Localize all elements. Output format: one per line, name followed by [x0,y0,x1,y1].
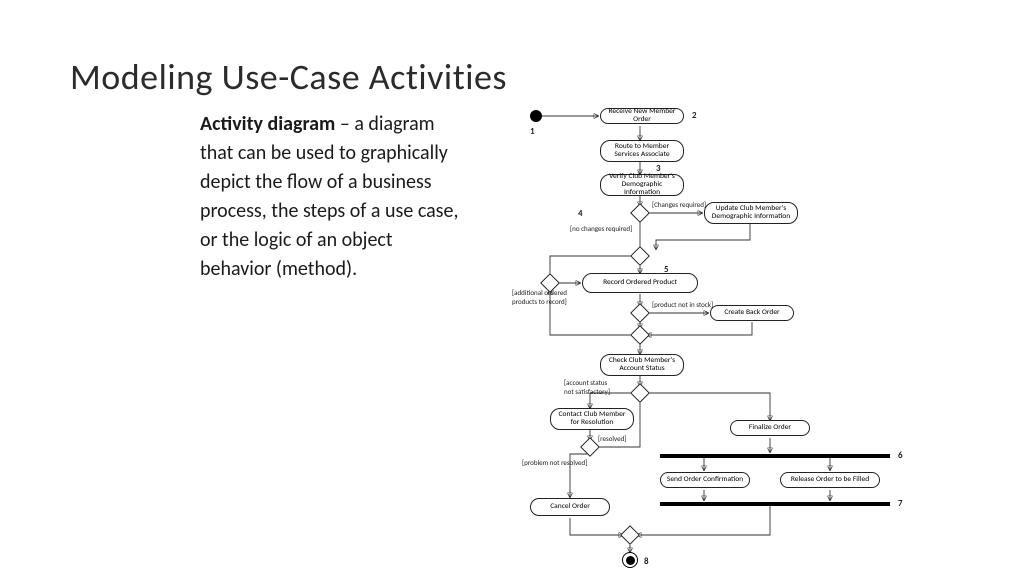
label: Send Order Confirmation [667,476,743,484]
final-node-icon [622,552,638,568]
activity-record: Record Ordered Product [582,273,698,293]
callout-7: 7 [898,498,903,509]
callout-1: 1 [530,126,535,137]
guard-resolved: [resolved] [598,434,626,443]
callout-8: 8 [644,556,649,567]
guard-changes: [Changes required] [652,200,706,209]
callout-2: 2 [692,110,697,121]
definition-body: – a diagram that can be used to graphica… [200,112,458,281]
callout-4: 4 [578,208,583,219]
activity-check-status: Check Club Member's Account Status [600,354,684,376]
guard-nochanges: [no changes required] [570,224,632,233]
label: Receive New Member Order [604,108,680,125]
activity-release: Release Order to be Filled [780,472,880,488]
activity-route: Route to Member Services Associate [600,140,684,162]
callout-6: 6 [898,450,903,461]
guard-notresolved: [problem not resolved] [522,458,587,467]
fork-bar [660,454,890,458]
activity-diagram: 1 2 Receive New Member Order Route to Me… [460,100,980,570]
label: Update Club Member's Demographic Informa… [708,205,794,222]
label: Release Order to be Filled [791,476,869,484]
activity-send-conf: Send Order Confirmation [660,472,750,488]
activity-receive-order: Receive New Member Order [600,108,684,124]
definition-term: Activity diagram [200,112,335,136]
label: Contact Club Member for Resolution [554,411,630,428]
activity-contact: Contact Club Member for Resolution [550,408,634,430]
label: Check Club Member's Account Status [604,357,680,374]
label: Create Back Order [724,309,779,317]
activity-verify: Verify Club Member's Demographic Informa… [600,174,684,196]
guard-acct: [account status not satisfactory] [564,378,610,396]
activity-update: Update Club Member's Demographic Informa… [704,202,798,224]
label: Record Ordered Product [603,279,677,287]
initial-node-icon [530,110,542,122]
label: Finalize Order [749,424,791,432]
activity-backorder: Create Back Order [710,305,794,321]
label: Cancel Order [550,503,590,511]
guard-notstock: [product not in stock] [652,300,713,309]
label: Route to Member Services Associate [604,143,680,160]
join-bar [660,502,890,506]
definition-text: Activity diagram – a diagram that can be… [200,110,460,284]
page-title: Modeling Use-Case Activities [70,55,507,99]
activity-finalize: Finalize Order [730,420,810,436]
label: Verify Club Member's Demographic Informa… [604,173,680,198]
guard-additional: [additional ordered products to record] [512,288,567,306]
activity-cancel: Cancel Order [530,498,610,516]
